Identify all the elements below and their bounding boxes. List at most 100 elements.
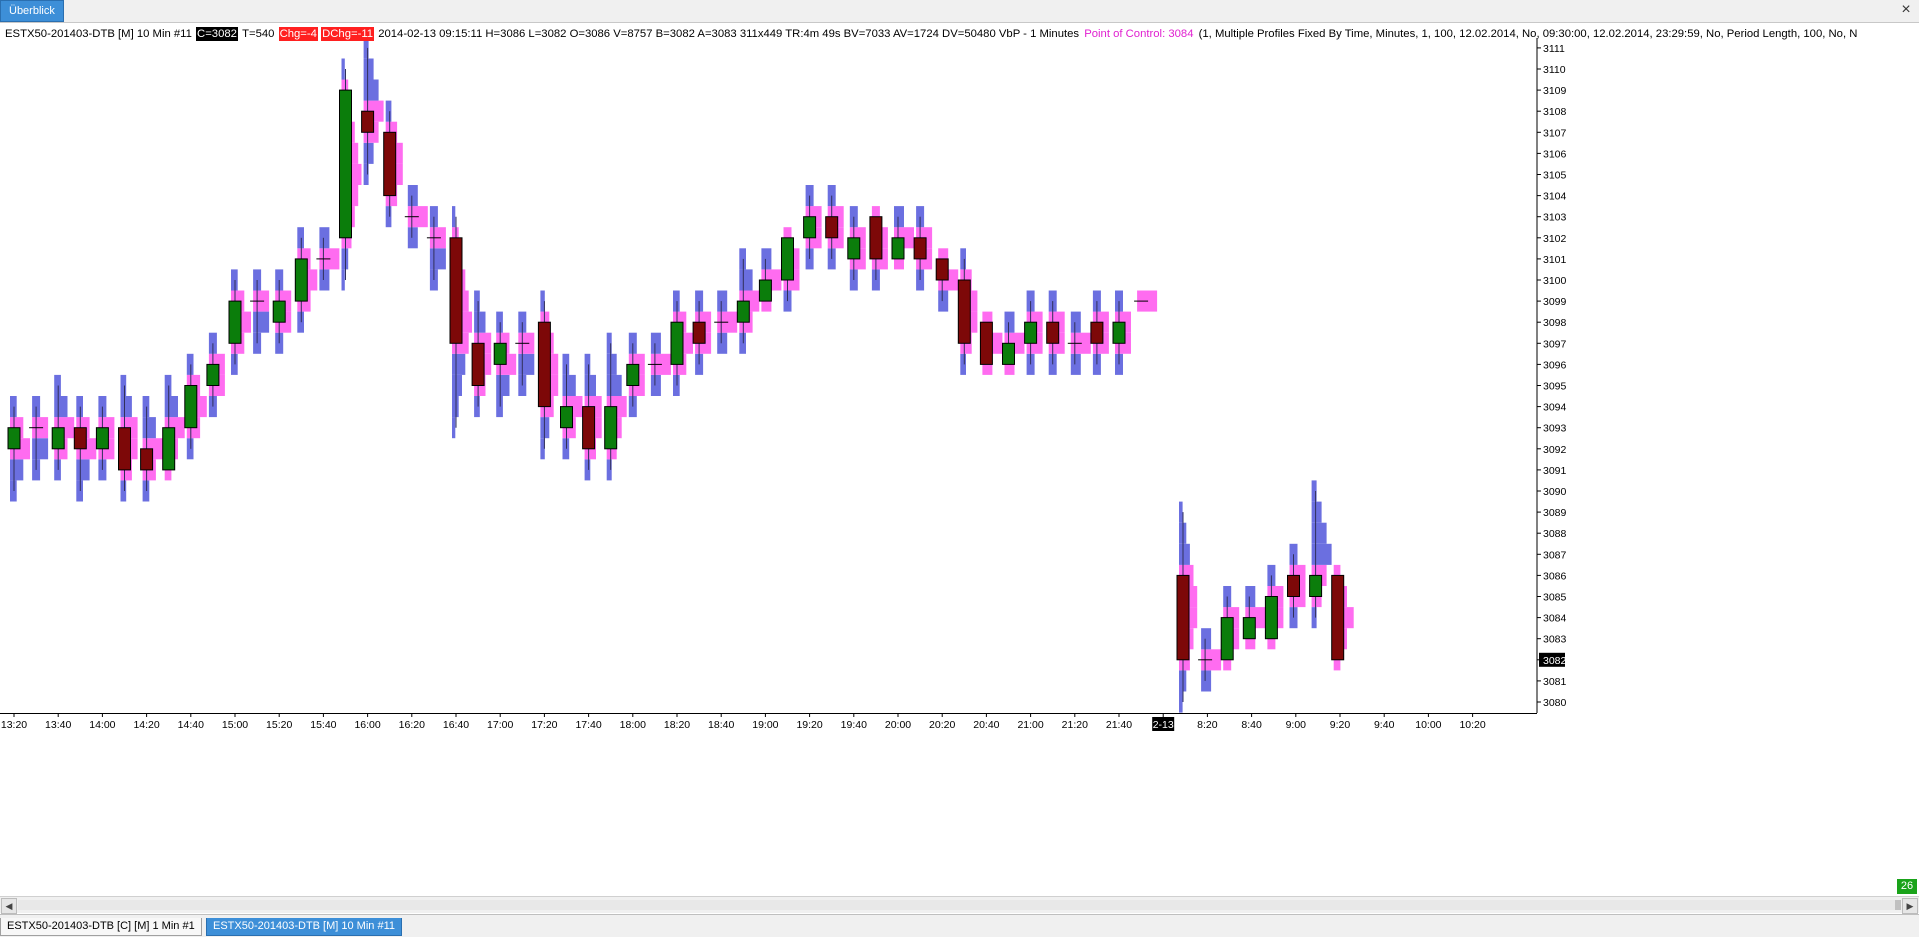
time-tick-label: 10:00: [1415, 719, 1441, 731]
price-tick-label: 3083: [1543, 634, 1567, 646]
volume-profile-bar: [938, 290, 949, 312]
price-tick-label: 3108: [1543, 106, 1567, 118]
candle-up: [736, 300, 750, 323]
volume-profile-bar: [650, 374, 661, 396]
volume-profile-bar: [739, 248, 746, 270]
time-tick-label: 13:20: [1, 719, 27, 731]
price-tick-label: 3090: [1543, 486, 1567, 498]
candle-down: [869, 216, 883, 260]
time-tick-label: 16:20: [399, 719, 425, 731]
candle-down: [979, 321, 993, 365]
time-tick-label: 8:20: [1197, 719, 1218, 731]
tab-1min-chart[interactable]: ESTX50-201403-DTB [C] [M] 1 Min #1: [0, 918, 202, 936]
volume-profile-bar: [231, 353, 238, 375]
volume-profile-bar: [76, 480, 83, 502]
candle-down: [361, 110, 375, 133]
volume-profile-bar: [363, 142, 374, 164]
price-tick-label: 3099: [1543, 296, 1567, 308]
volume-profile-bar: [10, 459, 24, 481]
volume-profile-bar: [584, 374, 596, 396]
volume-profile-bar: [363, 58, 374, 80]
price-chart[interactable]: 3080 3081 3082 3083 3084 3085 3086 3087 3088 3089…: [0, 0, 1919, 896]
price-tick-label: 3101: [1543, 254, 1567, 266]
volume-profile-bar: [584, 353, 591, 375]
horizontal-scrollbar[interactable]: ◀ ▶: [0, 896, 1919, 914]
volume-profile-bar: [429, 248, 446, 270]
volume-profile-bar: [452, 206, 456, 228]
candle-up: [1242, 617, 1256, 640]
tab-10min-chart[interactable]: ESTX50-201403-DTB [M] 10 Min #11: [206, 918, 402, 936]
volume-profile-bar: [186, 438, 194, 460]
volume-profile-bar: [452, 374, 462, 396]
volume-profile-bar: [164, 396, 178, 418]
volume-profile-bar: [407, 227, 418, 249]
volume-profile-bar: [1070, 353, 1081, 375]
volume-profile-bar: [518, 353, 535, 375]
volume-profile-bar: [142, 396, 150, 418]
volume-profile-bar: [739, 269, 753, 291]
volume-profile-bar: [1179, 543, 1190, 565]
tick-count: T=540: [242, 28, 275, 40]
volume-profile-bar: [673, 374, 680, 396]
scroll-right-icon[interactable]: ▶: [1902, 898, 1918, 914]
instrument-label: ESTX50-201403-DTB [M] 10 Min #11: [5, 28, 192, 40]
candle-down: [692, 321, 706, 344]
candle-up: [162, 427, 176, 471]
time-tick-label: 19:00: [752, 719, 778, 731]
candle-up: [206, 363, 220, 386]
volume-profile-bar: [10, 480, 17, 502]
candle-up: [1024, 321, 1038, 344]
time-tick-label: 8:40: [1241, 719, 1262, 731]
time-tick-label: 20:00: [885, 719, 911, 731]
candle-up: [95, 427, 109, 450]
time-tick-label: 18:00: [620, 719, 646, 731]
price-tick-label: 3096: [1543, 359, 1567, 371]
time-tick-label: 19:40: [841, 719, 867, 731]
chart-info-bar: ESTX50-201403-DTB [M] 10 Min #11 C=3082 …: [4, 27, 1858, 41]
volume-profile-bar: [54, 396, 68, 418]
volume-profile-bar: [407, 185, 418, 207]
volume-profile-bar: [474, 290, 480, 312]
time-axis[interactable]: 13:20 13:40 14:00 14:20 14:40 15:00 15:20 15:40…: [0, 713, 1537, 731]
candle-down: [449, 237, 463, 344]
scroll-thumb[interactable]: [1895, 900, 1901, 910]
time-tick-label: 9:40: [1374, 719, 1395, 731]
candle-down: [140, 448, 154, 471]
bar-details: 2014-02-13 09:15:11 H=3086 L=3082 O=3086…: [378, 28, 1080, 40]
price-tick-label: 3107: [1543, 127, 1567, 139]
candle-up: [228, 300, 242, 344]
close-value-tag: C=3082: [196, 27, 238, 41]
volume-profile-bar: [76, 459, 90, 481]
time-tick-label: 16:40: [443, 719, 469, 731]
price-tick-label: 3081: [1543, 676, 1567, 688]
volume-profile-bar: [76, 396, 83, 418]
volume-profile-bar: [1245, 586, 1256, 608]
price-tick-label: 3084: [1543, 613, 1567, 625]
volume-profile-bar: [1311, 501, 1322, 523]
candle-up: [1309, 574, 1323, 598]
candle-down: [825, 216, 839, 239]
volume-profile-bar: [496, 374, 510, 396]
price-tick-label: 3109: [1543, 85, 1567, 97]
price-axis[interactable]: 3080 3081 3082 3083 3084 3085 3086 3087 3088 3089…: [1536, 38, 1567, 713]
volume-profile-bar: [761, 248, 772, 270]
price-tick-label: 3097: [1543, 338, 1567, 350]
candle-up: [184, 385, 198, 429]
candle-down: [73, 427, 87, 450]
volume-profile-bar: [1004, 311, 1015, 333]
candle-up: [781, 237, 794, 281]
time-tick-label: 16:00: [354, 719, 380, 731]
candle-up: [626, 363, 640, 386]
scroll-left-icon[interactable]: ◀: [1, 898, 17, 914]
volume-profile-bar: [120, 396, 132, 418]
volume-profile-bar: [10, 396, 17, 418]
volume-profile-bar: [385, 100, 392, 122]
time-tick-label: 17:20: [531, 719, 557, 731]
price-tick-label: 3102: [1543, 233, 1567, 245]
price-tick-label: 3105: [1543, 170, 1567, 182]
volume-profile-bar: [960, 353, 966, 375]
candle-down: [1331, 574, 1345, 661]
volume-profile-bar: [319, 269, 330, 291]
scroll-track[interactable]: [18, 900, 1901, 910]
candle-down: [582, 406, 596, 450]
